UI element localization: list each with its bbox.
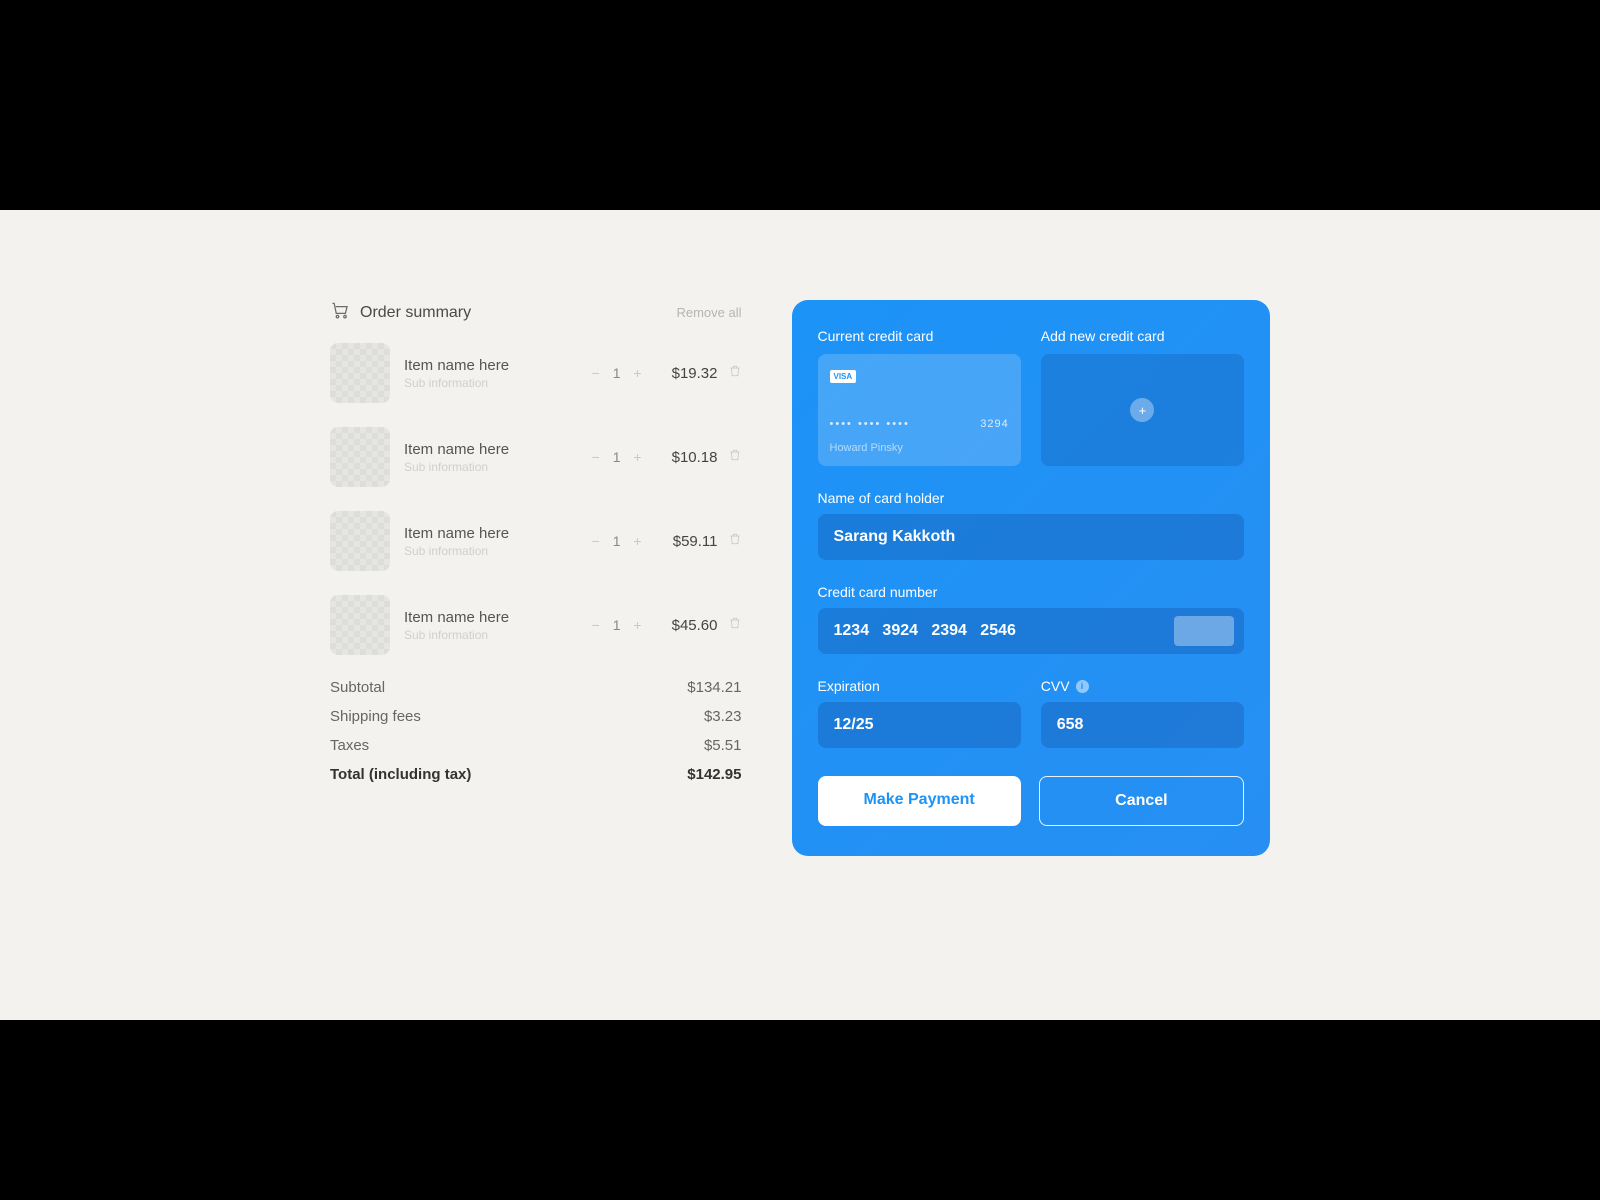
order-item: Item name here Sub information − 1 + $19…	[330, 343, 742, 403]
current-credit-card[interactable]: VISA •••• •••• •••• 3294 Howard Pinsky	[818, 354, 1021, 466]
order-item: Item name here Sub information − 1 + $45…	[330, 595, 742, 655]
item-image	[330, 511, 390, 571]
remove-item-button[interactable]	[728, 616, 742, 635]
info-icon[interactable]: i	[1076, 680, 1089, 693]
item-image	[330, 343, 390, 403]
qty-value: 1	[613, 617, 621, 633]
taxes-value: $5.51	[704, 737, 742, 754]
remove-item-button[interactable]	[728, 364, 742, 383]
remove-item-button[interactable]	[728, 448, 742, 467]
qty-increase[interactable]: +	[631, 617, 645, 633]
cvv-input[interactable]	[1041, 702, 1244, 748]
qty-decrease[interactable]: −	[589, 533, 603, 549]
card-number-label: Credit card number	[818, 584, 1245, 600]
item-subinfo: Sub information	[404, 460, 589, 474]
card-last4: 3294	[980, 418, 1008, 430]
cardholder-name-input[interactable]	[818, 514, 1245, 560]
item-image	[330, 427, 390, 487]
item-price: $45.60	[653, 617, 718, 634]
current-card-label: Current credit card	[818, 328, 1021, 344]
qty-value: 1	[613, 533, 621, 549]
item-subinfo: Sub information	[404, 628, 589, 642]
plus-icon: +	[1130, 398, 1154, 422]
order-summary-panel: Order summary Remove all Item name here …	[330, 300, 742, 856]
total-label: Total (including tax)	[330, 766, 471, 783]
cancel-button[interactable]: Cancel	[1039, 776, 1244, 826]
item-price: $10.18	[653, 449, 718, 466]
item-name: Item name here	[404, 525, 589, 542]
qty-increase[interactable]: +	[631, 449, 645, 465]
card-mask: •••• •••• ••••	[830, 418, 910, 430]
item-name: Item name here	[404, 357, 589, 374]
item-subinfo: Sub information	[404, 544, 589, 558]
item-subinfo: Sub information	[404, 376, 589, 390]
total-value: $142.95	[687, 766, 741, 783]
qty-increase[interactable]: +	[631, 533, 645, 549]
item-image	[330, 595, 390, 655]
remove-all-link[interactable]: Remove all	[676, 305, 741, 320]
subtotal-label: Subtotal	[330, 679, 385, 696]
item-name: Item name here	[404, 441, 589, 458]
card-chip-icon	[1174, 616, 1234, 646]
shipping-label: Shipping fees	[330, 708, 421, 725]
item-price: $59.11	[653, 533, 718, 550]
make-payment-button[interactable]: Make Payment	[818, 776, 1021, 826]
order-summary-title: Order summary	[360, 304, 471, 322]
item-name: Item name here	[404, 609, 589, 626]
card-holder-name: Howard Pinsky	[830, 442, 903, 454]
cart-icon	[330, 300, 350, 325]
qty-decrease[interactable]: −	[589, 365, 603, 381]
order-item: Item name here Sub information − 1 + $10…	[330, 427, 742, 487]
cvv-label: CVV	[1041, 678, 1070, 694]
qty-value: 1	[613, 449, 621, 465]
card-brand-badge: VISA	[830, 370, 857, 383]
shipping-value: $3.23	[704, 708, 742, 725]
add-card-label: Add new credit card	[1041, 328, 1244, 344]
payment-panel: Current credit card VISA •••• •••• •••• …	[792, 300, 1271, 856]
subtotal-value: $134.21	[687, 679, 741, 696]
qty-decrease[interactable]: −	[589, 449, 603, 465]
qty-decrease[interactable]: −	[589, 617, 603, 633]
order-item: Item name here Sub information − 1 + $59…	[330, 511, 742, 571]
qty-value: 1	[613, 365, 621, 381]
remove-item-button[interactable]	[728, 532, 742, 551]
cardholder-name-label: Name of card holder	[818, 490, 1245, 506]
qty-increase[interactable]: +	[631, 365, 645, 381]
item-price: $19.32	[653, 365, 718, 382]
add-credit-card-button[interactable]: +	[1041, 354, 1244, 466]
expiration-label: Expiration	[818, 678, 1021, 694]
taxes-label: Taxes	[330, 737, 369, 754]
expiration-input[interactable]	[818, 702, 1021, 748]
